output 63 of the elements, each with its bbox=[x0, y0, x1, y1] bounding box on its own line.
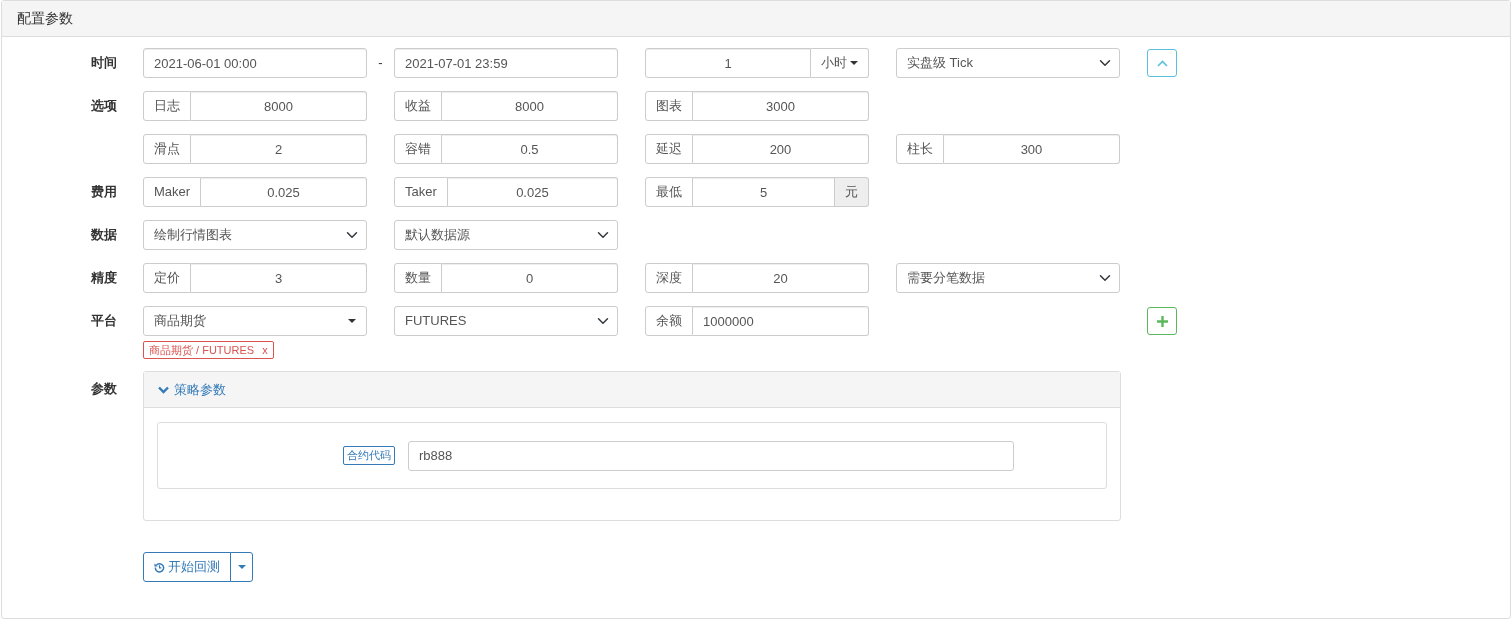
panel-title: 配置参数 bbox=[17, 9, 73, 28]
field-label: 深度 bbox=[645, 263, 693, 293]
field-label: 延迟 bbox=[645, 134, 693, 164]
param-label: 合约代码 bbox=[343, 446, 395, 465]
input-field[interactable]: 2021-06-01 00:00 bbox=[143, 48, 367, 78]
input-field[interactable]: 3000 bbox=[693, 91, 869, 121]
input-field[interactable]: 3 bbox=[191, 263, 367, 293]
input-field[interactable]: 1 bbox=[645, 48, 811, 78]
field-label: 容错 bbox=[394, 134, 442, 164]
input-field[interactable]: 0.025 bbox=[201, 177, 367, 207]
tag-label: 商品期货 / FUTURES bbox=[149, 342, 255, 358]
input-field[interactable]: 200 bbox=[693, 134, 869, 164]
dropdown-select[interactable]: 绘制行情图表 bbox=[143, 220, 367, 250]
field-label: 数量 bbox=[394, 263, 442, 293]
row-label: 时间 bbox=[91, 55, 117, 71]
unit-dropdown[interactable]: 小时 bbox=[811, 48, 869, 78]
input-field[interactable]: 0 bbox=[442, 263, 618, 293]
input-field[interactable]: 1000000 bbox=[693, 306, 869, 336]
dropdown-select[interactable]: 需要分笔数据 bbox=[896, 263, 1120, 293]
start-backtest-button[interactable]: 开始回测 bbox=[143, 552, 231, 582]
caret-icon bbox=[348, 319, 356, 323]
more-options-button[interactable] bbox=[230, 552, 253, 582]
unit-label: 元 bbox=[835, 177, 869, 207]
input-field[interactable]: 20 bbox=[693, 263, 869, 293]
row-label: 精度 bbox=[91, 270, 117, 286]
input-field[interactable]: 2 bbox=[191, 134, 367, 164]
input-field[interactable]: 300 bbox=[944, 134, 1120, 164]
row-label: 选项 bbox=[91, 98, 117, 114]
dropdown-select[interactable]: FUTURES bbox=[394, 306, 618, 336]
row-label: 费用 bbox=[91, 184, 117, 200]
add-button[interactable] bbox=[1147, 307, 1177, 335]
caret-icon bbox=[237, 565, 246, 569]
field-label: 最低 bbox=[645, 177, 693, 207]
field-label: 余额 bbox=[645, 306, 693, 336]
remove-button[interactable]: x bbox=[262, 344, 268, 356]
input-field[interactable]: 8000 bbox=[442, 91, 618, 121]
history-icon bbox=[154, 561, 165, 573]
panel-toggle[interactable]: 策略参数 bbox=[158, 379, 226, 400]
field-label: Taker bbox=[394, 177, 448, 207]
dropdown-select[interactable]: 默认数据源 bbox=[394, 220, 618, 250]
chevron-up-icon bbox=[1156, 59, 1168, 67]
caret-icon bbox=[850, 61, 858, 65]
plus-icon bbox=[1156, 315, 1168, 327]
dropdown-select[interactable]: 实盘级 Tick bbox=[896, 48, 1120, 78]
field-label: 收益 bbox=[394, 91, 442, 121]
field-label: 柱长 bbox=[896, 134, 944, 164]
range-separator: - bbox=[377, 54, 384, 73]
collapse-button[interactable] bbox=[1147, 49, 1177, 77]
row-label: 平台 bbox=[91, 313, 117, 329]
field-label: 定价 bbox=[143, 263, 191, 293]
input-field[interactable]: 5 bbox=[693, 177, 835, 207]
field-label: 滑点 bbox=[143, 134, 191, 164]
dropdown-button[interactable]: 商品期货 bbox=[143, 306, 367, 336]
field-label: 日志 bbox=[143, 91, 191, 121]
row-label: 数据 bbox=[91, 227, 117, 243]
field-label: Maker bbox=[143, 177, 202, 207]
input-field[interactable]: 0.5 bbox=[442, 134, 618, 164]
input-field[interactable]: rb888 bbox=[408, 440, 1014, 471]
input-field[interactable]: 8000 bbox=[191, 91, 367, 121]
field-label: 图表 bbox=[645, 91, 693, 121]
input-field[interactable]: 0.025 bbox=[447, 177, 618, 207]
row-label: 参数 bbox=[91, 381, 117, 396]
input-field[interactable]: 2021-07-01 23:59 bbox=[394, 48, 618, 78]
